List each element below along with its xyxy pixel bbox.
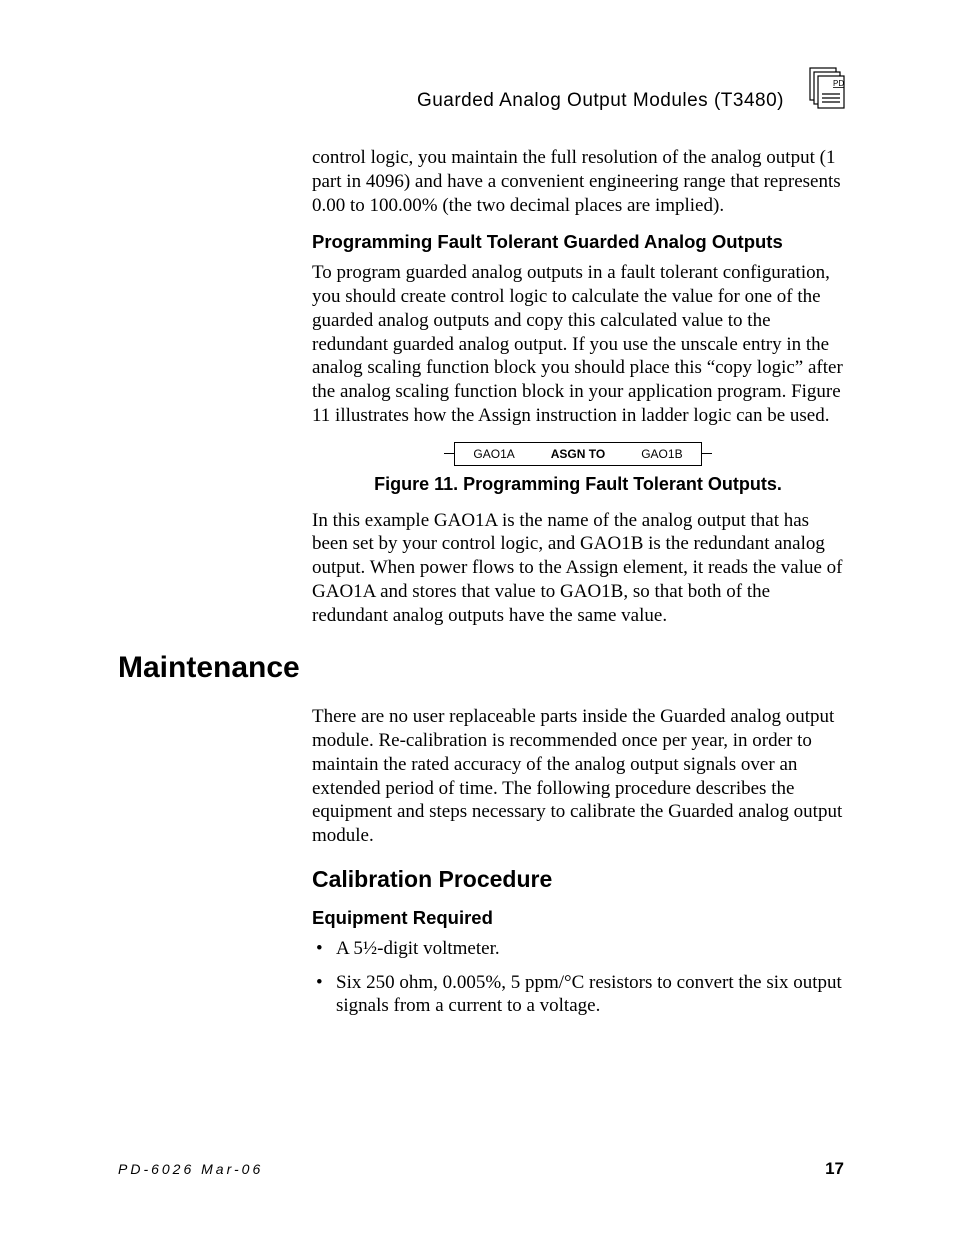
figure-11: GAO1A ASGN TO GAO1B: [312, 442, 844, 466]
ladder-box: GAO1A ASGN TO GAO1B: [454, 442, 701, 466]
subsection-heading-calibration: Calibration Procedure: [312, 866, 844, 893]
running-head: Guarded Analog Output Modules (T3480): [417, 90, 784, 112]
document-stack-icon: PD: [800, 64, 848, 112]
footer-doc-id: PD-6026 Mar-06: [118, 1161, 263, 1177]
figure-caption: Figure 11. Programming Fault Tolerant Ou…: [312, 474, 844, 495]
ladder-cell-right: GAO1B: [623, 442, 700, 466]
ladder-element: GAO1A ASGN TO GAO1B: [444, 442, 711, 466]
page-footer: PD-6026 Mar-06 17: [118, 1159, 844, 1179]
body-paragraph: control logic, you maintain the full res…: [312, 146, 844, 217]
page: Guarded Analog Output Modules (T3480) PD…: [0, 0, 954, 1235]
ladder-wire-left: [444, 453, 454, 454]
list-item: A 5½-digit voltmeter.: [312, 937, 844, 961]
body-paragraph: There are no user replaceable parts insi…: [312, 705, 844, 848]
list-item: Six 250 ohm, 0.005%, 5 ppm/°C resistors …: [312, 971, 844, 1019]
footer-page-number: 17: [825, 1159, 844, 1179]
svg-text:PD: PD: [833, 79, 844, 88]
body-paragraph: In this example GAO1A is the name of the…: [312, 509, 844, 628]
content-column: control logic, you maintain the full res…: [312, 146, 844, 1018]
section-heading-maintenance: Maintenance: [118, 651, 844, 685]
ladder-cell-mid: ASGN TO: [533, 442, 623, 466]
body-paragraph: To program guarded analog outputs in a f…: [312, 261, 844, 427]
header-row: Guarded Analog Output Modules (T3480) PD: [118, 84, 844, 114]
ladder-cell-left: GAO1A: [455, 442, 532, 466]
ladder-wire-right: [702, 453, 712, 454]
sub-heading: Programming Fault Tolerant Guarded Analo…: [312, 231, 844, 253]
sub-heading-equipment: Equipment Required: [312, 907, 844, 929]
equipment-list: A 5½-digit voltmeter. Six 250 ohm, 0.005…: [312, 937, 844, 1018]
